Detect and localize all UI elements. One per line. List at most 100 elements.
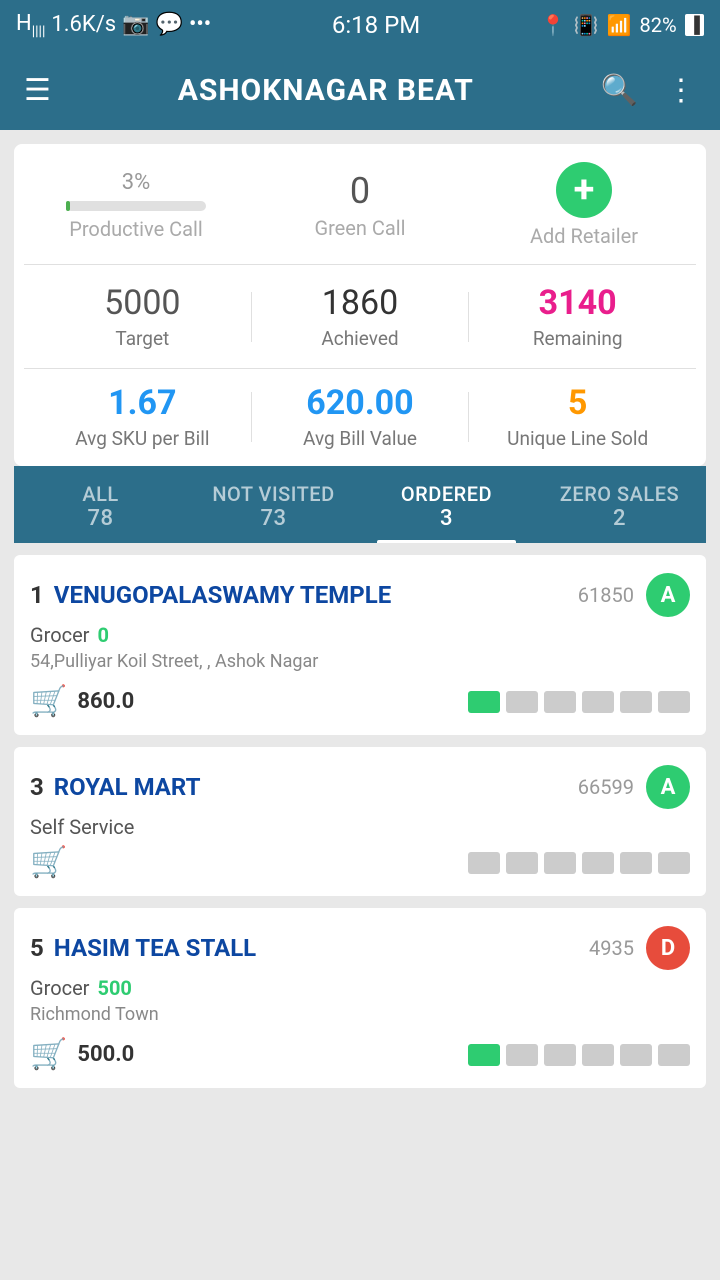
cart-icon: 🛒 [30, 684, 67, 719]
tab-ordered[interactable]: ORDERED3 [360, 466, 533, 543]
achieved-value: 1860 [322, 283, 398, 323]
unique-line-value: 5 [568, 383, 588, 423]
dot-indicator [658, 691, 690, 713]
dot-indicator [544, 852, 576, 874]
stats-bottom-row: 1.67 Avg SKU per Bill 620.00 Avg Bill Va… [24, 369, 696, 456]
retailer-footer: 🛒 [30, 845, 690, 880]
progress-bar-bg [66, 201, 206, 211]
header-actions: 🔍 ⋮ [601, 73, 696, 108]
unique-line-block: 5 Unique Line Sold [469, 383, 686, 450]
retailer-id-avatar: 61850 A [578, 573, 690, 617]
more-dots: ••• [189, 12, 211, 37]
retailer-id: 4935 [589, 936, 634, 960]
cart-value: 860.0 [77, 689, 134, 714]
retailer-name: VENUGOPALASWAMY TEMPLE [54, 581, 391, 609]
retailer-id: 66599 [578, 775, 634, 799]
target-value: 5000 [104, 283, 180, 323]
dot-indicator [506, 852, 538, 874]
dot-indicator [582, 691, 614, 713]
retailer-number: 1 [30, 581, 44, 609]
dot-indicator [468, 691, 500, 713]
signal-icon: H|||| [16, 11, 45, 39]
tabs-row: ALL78NOT VISITED73ORDERED3ZERO SALES2 [14, 466, 706, 543]
retailer-subtype: Grocer 0 [30, 623, 690, 647]
dot-indicator [506, 691, 538, 713]
retailer-id-avatar: 66599 A [578, 765, 690, 809]
battery-icon: ▐ [685, 14, 704, 36]
retailer-footer: 🛒 860.0 [30, 684, 690, 719]
add-retailer-button[interactable]: + Add Retailer [472, 162, 696, 248]
sub-badge: 500 [97, 976, 131, 1000]
avatar: A [646, 573, 690, 617]
target-block: 5000 Target [34, 283, 251, 350]
retailer-number: 3 [30, 773, 44, 801]
search-button[interactable]: 🔍 [601, 73, 638, 108]
retailer-name-row: 1 VENUGOPALASWAMY TEMPLE [30, 581, 391, 609]
achieved-block: 1860 Achieved [252, 283, 469, 350]
retailer-name-row: 5 Hasim Tea Stall [30, 934, 256, 962]
battery-level: 82% [640, 13, 677, 37]
cart-info: 🛒 500.0 [30, 1037, 134, 1072]
retailer-type: Grocer [30, 976, 89, 1000]
add-retailer-label: Add Retailer [530, 224, 638, 248]
retailer-card[interactable]: 3 ROYAL MART 66599 A Self Service 🛒 [14, 747, 706, 896]
stats-middle-row: 5000 Target 1860 Achieved 3140 Remaining [24, 265, 696, 369]
retailer-card[interactable]: 5 Hasim Tea Stall 4935 D Grocer 500 Rich… [14, 908, 706, 1088]
green-call-value: 0 [350, 170, 370, 212]
target-label: Target [115, 327, 169, 350]
retailer-header: 5 Hasim Tea Stall 4935 D [30, 926, 690, 970]
avg-bill-label: Avg Bill Value [303, 427, 417, 450]
dot-indicator [620, 691, 652, 713]
remaining-value: 3140 [539, 283, 617, 323]
retailer-card[interactable]: 1 VENUGOPALASWAMY TEMPLE 61850 A Grocer … [14, 555, 706, 735]
retailer-name-row: 3 ROYAL MART [30, 773, 200, 801]
retailer-type: Self Service [30, 815, 134, 839]
retailer-name: Hasim Tea Stall [54, 934, 256, 962]
more-options-button[interactable]: ⋮ [666, 73, 696, 108]
dot-indicator [468, 852, 500, 874]
achieved-label: Achieved [321, 327, 398, 350]
avg-bill-block: 620.00 Avg Bill Value [252, 383, 469, 450]
avatar: A [646, 765, 690, 809]
dot-indicator [468, 1044, 500, 1066]
chat-icon: 💬 [156, 12, 183, 37]
avg-bill-value: 620.00 [306, 383, 413, 423]
dot-row [468, 1044, 690, 1066]
productive-call-label: Productive Call [69, 217, 203, 241]
green-call-block: 0 Green Call [248, 170, 472, 240]
retailer-address: 54,Pulliyar Koil Street, , Ashok Nagar [30, 651, 690, 672]
camera-icon: 📷 [122, 12, 149, 37]
tab-all[interactable]: ALL78 [14, 466, 187, 543]
retailer-name: ROYAL MART [54, 773, 201, 801]
dot-indicator [658, 1044, 690, 1066]
dot-row [468, 852, 690, 874]
cart-icon: 🛒 [30, 845, 67, 880]
unique-line-label: Unique Line Sold [507, 427, 648, 450]
cart-value: 500.0 [77, 1042, 134, 1067]
retailer-id-avatar: 4935 D [589, 926, 690, 970]
tab-not-visited[interactable]: NOT VISITED73 [187, 466, 360, 543]
stats-card: 3% Productive Call 0 Green Call + Add Re… [14, 144, 706, 466]
dot-indicator [658, 852, 690, 874]
progress-bar-fill [66, 201, 70, 211]
avatar: D [646, 926, 690, 970]
avg-sku-block: 1.67 Avg SKU per Bill [34, 383, 251, 450]
dot-row [468, 691, 690, 713]
retailer-subtype: Grocer 500 [30, 976, 690, 1000]
remaining-block: 3140 Remaining [469, 283, 686, 350]
retailer-number: 5 [30, 934, 44, 962]
retailer-list: 1 VENUGOPALASWAMY TEMPLE 61850 A Grocer … [0, 555, 720, 1108]
app-header: ☰ ASHOKNAGAR BEAT 🔍 ⋮ [0, 50, 720, 130]
dot-indicator [582, 1044, 614, 1066]
retailer-type: Grocer [30, 623, 89, 647]
sub-badge: 0 [97, 623, 108, 647]
remaining-label: Remaining [533, 327, 623, 350]
dot-indicator [582, 852, 614, 874]
tab-zero-sales[interactable]: ZERO SALES2 [533, 466, 706, 543]
retailer-header: 3 ROYAL MART 66599 A [30, 765, 690, 809]
cart-icon: 🛒 [30, 1037, 67, 1072]
dot-indicator [544, 691, 576, 713]
location-icon: 📍 [541, 13, 566, 37]
productive-call-pct: 3% [122, 170, 150, 195]
menu-button[interactable]: ☰ [24, 73, 51, 108]
